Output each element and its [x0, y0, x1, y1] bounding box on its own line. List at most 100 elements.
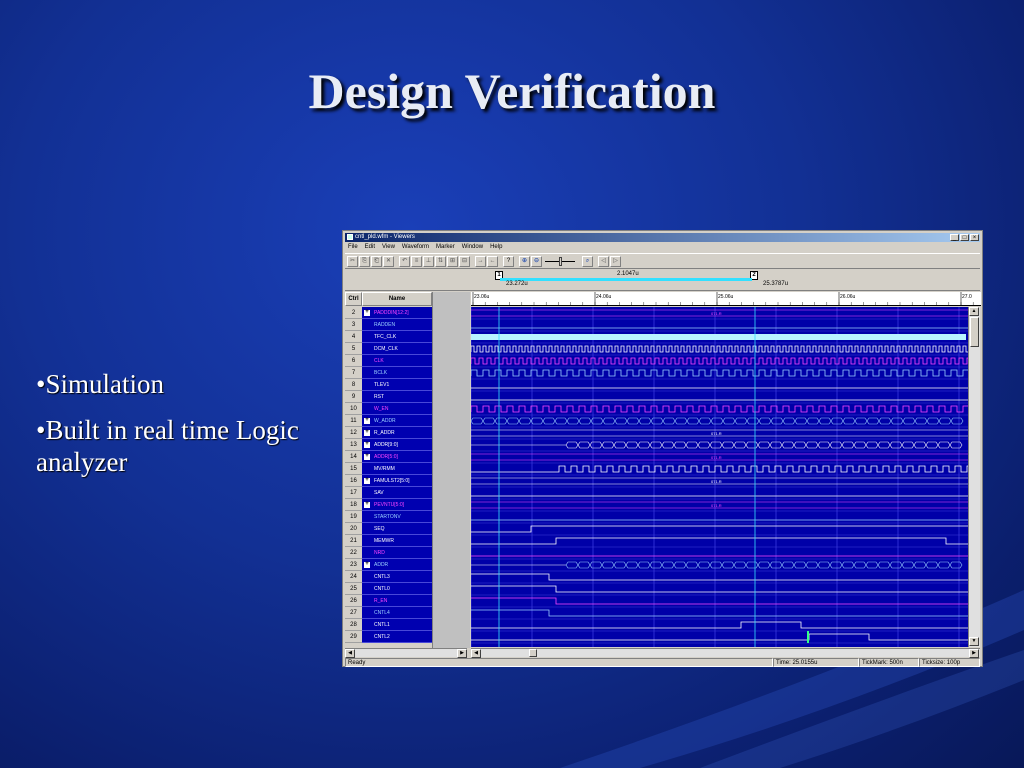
expand-plus-icon[interactable]: + [364, 561, 370, 568]
time-cursor[interactable] [807, 631, 809, 643]
signal-name-cell[interactable]: CNTL4 [362, 607, 432, 619]
signal-name-cell[interactable]: + PEVNTU[5:0] [362, 499, 432, 511]
undo-icon[interactable]: ↶ [399, 255, 410, 267]
waveform-window[interactable]: cntl_pld.wfm - Viewers _ □ × File Edit V… [342, 230, 983, 667]
signal-name-cell[interactable]: SAV [362, 487, 432, 499]
signal-name-cell[interactable]: CNTL0 [362, 583, 432, 595]
signal-name-cell[interactable]: + ADDR [362, 559, 432, 571]
vertical-scrollbar[interactable]: ▲ ▼ [968, 307, 980, 647]
signal-row[interactable]: 2 + PADDDIN[12:2] [345, 307, 432, 319]
name-column-header[interactable]: Name [362, 292, 432, 306]
signal-name-cell[interactable]: CNTL2 [362, 631, 432, 643]
menu-waveform[interactable]: Waveform [402, 243, 429, 252]
menu-edit[interactable]: Edit [365, 243, 375, 252]
prev-marker-icon[interactable]: ◁ [598, 255, 609, 267]
signal-name-cell[interactable]: MEMWR [362, 535, 432, 547]
signal-row[interactable]: 9 RST [345, 391, 432, 403]
zoom-slider[interactable] [545, 256, 575, 266]
horizontal-scroll-thumb[interactable] [529, 649, 537, 657]
signal-row[interactable]: 7 BCLK [345, 367, 432, 379]
expand-plus-icon[interactable]: + [364, 477, 370, 484]
expand-plus-icon[interactable]: + [364, 429, 370, 436]
copy-icon[interactable]: ⎘ [359, 255, 370, 267]
menu-file[interactable]: File [348, 243, 358, 252]
signal-name-cell[interactable]: RADDEN [362, 319, 432, 331]
expand-plus-icon[interactable]: + [364, 309, 370, 316]
scroll-down-icon[interactable]: ▼ [969, 637, 979, 646]
signal-row[interactable]: 6 CLK [345, 355, 432, 367]
ctrl-column-header[interactable]: Ctrl [345, 292, 362, 306]
invert-icon[interactable]: ⊥ [423, 255, 434, 267]
menu-view[interactable]: View [382, 243, 395, 252]
insert-icon[interactable]: → [475, 255, 486, 267]
window-titlebar[interactable]: cntl_pld.wfm - Viewers _ □ × [345, 233, 980, 242]
menu-marker[interactable]: Marker [436, 243, 455, 252]
signal-row[interactable]: 13 + ADDR[9:0] [345, 439, 432, 451]
zoom-out-icon[interactable]: ⊖ [531, 255, 542, 267]
back-icon[interactable]: ← [487, 255, 498, 267]
menu-window[interactable]: Window [462, 243, 483, 252]
signal-name-cell[interactable]: R_EN [362, 595, 432, 607]
signal-row[interactable]: 17 SAV [345, 487, 432, 499]
signal-name-cell[interactable]: SEQ [362, 523, 432, 535]
signal-name-cell[interactable]: DCM_CLK [362, 343, 432, 355]
signal-row[interactable]: 24 CNTL3 [345, 571, 432, 583]
zoom-in-icon[interactable]: ⊕ [519, 255, 530, 267]
signal-name-cell[interactable]: MV/RMM [362, 463, 432, 475]
signal-name-cell[interactable]: + R_ADDR [362, 427, 432, 439]
signal-row[interactable]: 10 W_EN [345, 403, 432, 415]
bus-icon[interactable]: ≡ [411, 255, 422, 267]
time-ruler[interactable]: 23.06u 24.06u 25.06u 26.06u 27.0 [471, 292, 981, 306]
signal-row[interactable]: 25 CNTL0 [345, 583, 432, 595]
expand-plus-icon[interactable]: + [364, 417, 370, 424]
signal-row[interactable]: 18 + PEVNTU[5:0] [345, 499, 432, 511]
minimize-button[interactable]: _ [950, 234, 959, 241]
signal-name-cell[interactable]: + ADDR[9:0] [362, 439, 432, 451]
signal-row[interactable]: 28 CNTL1 [345, 619, 432, 631]
vertical-scroll-thumb[interactable] [970, 317, 979, 347]
maximize-button[interactable]: □ [960, 234, 969, 241]
signal-row[interactable]: 19 STARTONV [345, 511, 432, 523]
signal-row[interactable]: 3 RADDEN [345, 319, 432, 331]
signal-name-cell[interactable]: + FAMULST2[5:0] [362, 475, 432, 487]
signal-row[interactable]: 11 + W_ADDR [345, 415, 432, 427]
signal-row[interactable]: 29 CNTL2 [345, 631, 432, 643]
wave-scroll-right-icon[interactable]: ▶ [969, 649, 979, 658]
ungroup-icon[interactable]: ⊟ [459, 255, 470, 267]
signal-row[interactable]: 27 CNTL4 [345, 607, 432, 619]
delete-icon[interactable]: ✕ [383, 255, 394, 267]
signal-row[interactable]: 21 MEMWR [345, 535, 432, 547]
zoom-slider-knob[interactable] [559, 256, 562, 266]
signal-name-cell[interactable]: CLK [362, 355, 432, 367]
signal-name-cell[interactable]: NRD [362, 547, 432, 559]
zoom-fit-icon[interactable]: ⌕ [582, 255, 593, 267]
paste-icon[interactable]: ⎗ [371, 255, 382, 267]
expand-plus-icon[interactable]: + [364, 453, 370, 460]
signal-row[interactable]: 23 + ADDR [345, 559, 432, 571]
signal-row[interactable]: 26 R_EN [345, 595, 432, 607]
signal-name-cell[interactable]: W_EN [362, 403, 432, 415]
signal-name-cell[interactable]: BCLK [362, 367, 432, 379]
signal-name-cell[interactable]: STARTONV [362, 511, 432, 523]
menu-help[interactable]: Help [490, 243, 502, 252]
scroll-right-icon[interactable]: ▶ [457, 649, 467, 658]
expand-plus-icon[interactable]: + [364, 501, 370, 508]
signal-name-cell[interactable]: RST [362, 391, 432, 403]
signal-name-cell[interactable]: + ADDR[5:0] [362, 451, 432, 463]
signal-name-cell[interactable]: + W_ADDR [362, 415, 432, 427]
scroll-left-icon[interactable]: ◀ [345, 649, 355, 658]
signal-row[interactable]: 8 TLEV1 [345, 379, 432, 391]
signal-row[interactable]: 5 DCM_CLK [345, 343, 432, 355]
help-icon[interactable]: ? [503, 255, 514, 267]
signal-name-cell[interactable]: + PADDDIN[12:2] [362, 307, 432, 319]
close-button[interactable]: × [970, 234, 979, 241]
signal-name-cell[interactable]: CNTL1 [362, 619, 432, 631]
signal-row[interactable]: 12 + R_ADDR [345, 427, 432, 439]
wave-horizontal-scrollbar[interactable]: ◀ ▶ [471, 648, 980, 658]
expand-plus-icon[interactable]: + [364, 441, 370, 448]
cut-icon[interactable]: ✂ [347, 255, 358, 267]
signal-name-cell[interactable]: TLEV1 [362, 379, 432, 391]
wave-scroll-left-icon[interactable]: ◀ [471, 649, 481, 658]
signal-row[interactable]: 4 TFC_CLK [345, 331, 432, 343]
sort-icon[interactable]: ⇅ [435, 255, 446, 267]
